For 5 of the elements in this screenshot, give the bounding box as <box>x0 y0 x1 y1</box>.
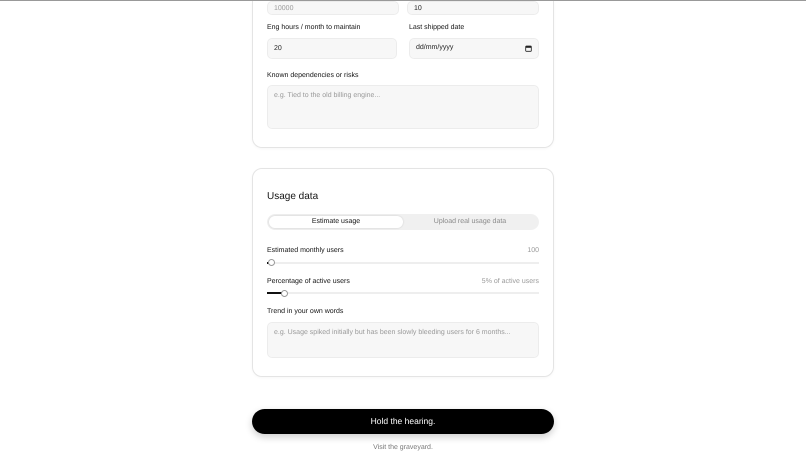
slider-thumb[interactable] <box>268 259 275 266</box>
card-title: Usage data <box>267 190 320 204</box>
submit-button[interactable]: Hold the hearing. <box>252 408 554 434</box>
slider-thumb[interactable] <box>281 290 288 296</box>
calendar-icon[interactable] <box>525 44 532 52</box>
